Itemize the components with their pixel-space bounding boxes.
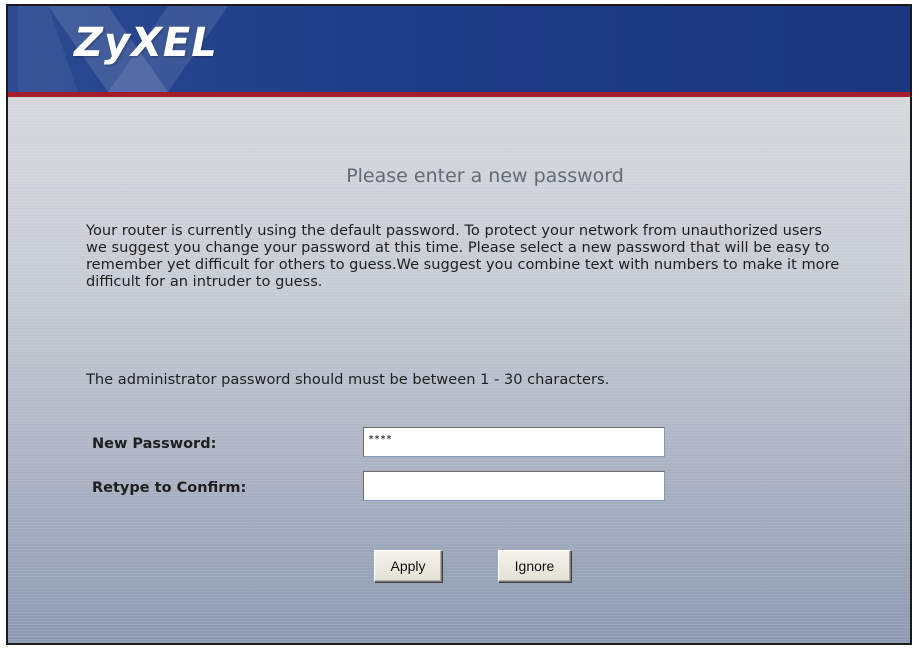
zyxel-logo: ZyXEL bbox=[74, 20, 218, 66]
password-panel: Please enter a new password Your router … bbox=[8, 97, 910, 643]
new-password-label: New Password: bbox=[92, 436, 217, 452]
confirm-password-input[interactable] bbox=[363, 471, 665, 501]
apply-button[interactable]: Apply bbox=[374, 550, 442, 582]
header-banner: ZyXEL bbox=[8, 6, 910, 92]
ignore-button[interactable]: Ignore bbox=[498, 550, 571, 582]
page-title: Please enter a new password bbox=[346, 165, 624, 187]
confirm-password-label: Retype to Confirm: bbox=[92, 480, 247, 496]
browser-frame: ZyXEL Please enter a new password Your r… bbox=[6, 4, 912, 645]
description-text: Your router is currently using the defau… bbox=[86, 222, 840, 290]
requirement-text: The administrator password should must b… bbox=[86, 371, 610, 388]
new-password-input[interactable] bbox=[363, 427, 665, 457]
